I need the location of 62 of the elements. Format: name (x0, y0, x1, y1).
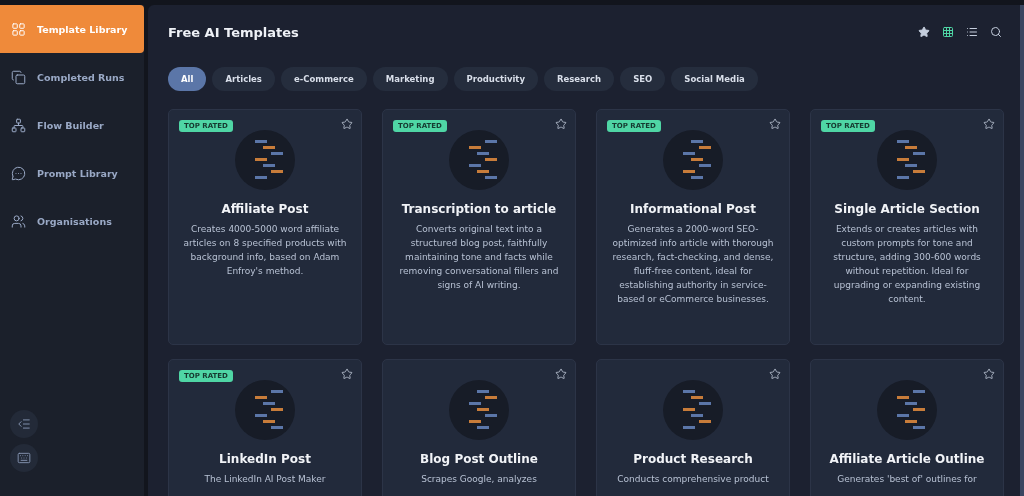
template-card[interactable] (596, 109, 790, 345)
template-card[interactable]: Affiliate Article Outline Generates 'best of' outlines for (810, 359, 1004, 496)
flow-diagram-thumbnail (663, 380, 723, 440)
favorite-star-icon[interactable] (769, 368, 781, 380)
template-title: Product Research (633, 452, 753, 466)
indent-icon (17, 417, 31, 431)
filter-chip[interactable]: Productivity (453, 67, 538, 91)
template-title: Transcription to article (401, 202, 557, 216)
filter-chip[interactable]: Marketing (372, 67, 448, 91)
template-title: Informational Post (630, 202, 756, 216)
template-description: Creates 4000-5000 word affiliate articles on 8 specified products with background info, based on Adam Enfroy's method. (182, 223, 348, 278)
template-title: Blog Post Outline (420, 452, 538, 466)
template-title: Affiliate Post (221, 202, 309, 216)
favorite-star-icon[interactable] (341, 368, 353, 380)
template-description: Extends or creates articles with custom prompts for tone and structure, adding 300-600 words without repetition. Ideal for upgrading or expanding existing content. (832, 223, 982, 306)
keyboard-button[interactable] (10, 444, 38, 472)
template-description: Generates 'best of' outlines for (837, 473, 977, 486)
template-description: Generates a 2000-word SEO-optimized info article with thorough research, fact-checking, and dense, fluff-free content, ideal for establishing authority in service-based or eCommerce businesses. (611, 223, 775, 306)
search-button[interactable] (990, 26, 1002, 38)
flow-diagram-thumbnail (877, 130, 937, 190)
template-card[interactable]: Product Research Conducts comprehensive product (596, 359, 790, 496)
sidebar-item[interactable]: Prompt Library (0, 149, 144, 197)
flow-diagram-thumbnail (235, 380, 295, 440)
favorite-star-icon[interactable] (983, 118, 995, 130)
template-title: LinkedIn Post (219, 452, 311, 466)
favorite-star-icon[interactable] (983, 368, 995, 380)
flow-diagram-thumbnail (235, 130, 295, 190)
list-view-button[interactable] (966, 26, 978, 38)
flow-diagram-thumbnail (877, 380, 937, 440)
filter-chip[interactable]: e-Commerce (280, 67, 367, 91)
chat-bubble-icon (11, 165, 26, 181)
filter-chip[interactable]: SEO (620, 67, 666, 91)
page-title: Free AI Templates (168, 24, 299, 40)
template-description: Conducts comprehensive product (617, 473, 769, 486)
template-card[interactable]: Blog Post Outline Scrapes Google, analyzes (382, 359, 576, 496)
template-description: Converts original text into a structured blog post, faithfully maintaining tone and facts while removing conversational fillers and signs of AI writing. (398, 223, 560, 292)
filter-chip[interactable]: Research (544, 67, 615, 91)
collapse-sidebar-button[interactable] (10, 410, 38, 438)
users-icon (11, 213, 26, 229)
favorites-button[interactable] (918, 26, 930, 38)
favorite-star-icon[interactable] (555, 118, 567, 130)
flow-diagram-thumbnail (449, 130, 509, 190)
sidebar-item[interactable]: Organisations (0, 197, 144, 245)
favorite-star-icon[interactable] (769, 118, 781, 130)
template-description: Scrapes Google, analyzes (421, 473, 537, 486)
grid-icon (11, 21, 26, 37)
flow-diagram-thumbnail (449, 380, 509, 440)
grid-view-button[interactable] (942, 26, 954, 38)
filter-chip[interactable]: Social Media (671, 67, 758, 91)
favorite-star-icon[interactable] (555, 368, 567, 380)
sidebar-item[interactable]: Completed Runs (0, 53, 144, 101)
hierarchy-icon (11, 117, 26, 133)
template-title: Single Article Section (834, 202, 980, 216)
copy-icon (11, 69, 26, 85)
sidebar-item[interactable]: Flow Builder (0, 101, 144, 149)
keyboard-icon (17, 451, 31, 465)
favorite-star-icon[interactable] (341, 118, 353, 130)
template-title: Affiliate Article Outline (829, 452, 985, 466)
filter-chip[interactable]: Articles (212, 67, 275, 91)
template-description: The LinkedIn AI Post Maker (204, 473, 326, 486)
flow-diagram-thumbnail (663, 130, 723, 190)
filter-chip[interactable]: All (168, 67, 207, 91)
